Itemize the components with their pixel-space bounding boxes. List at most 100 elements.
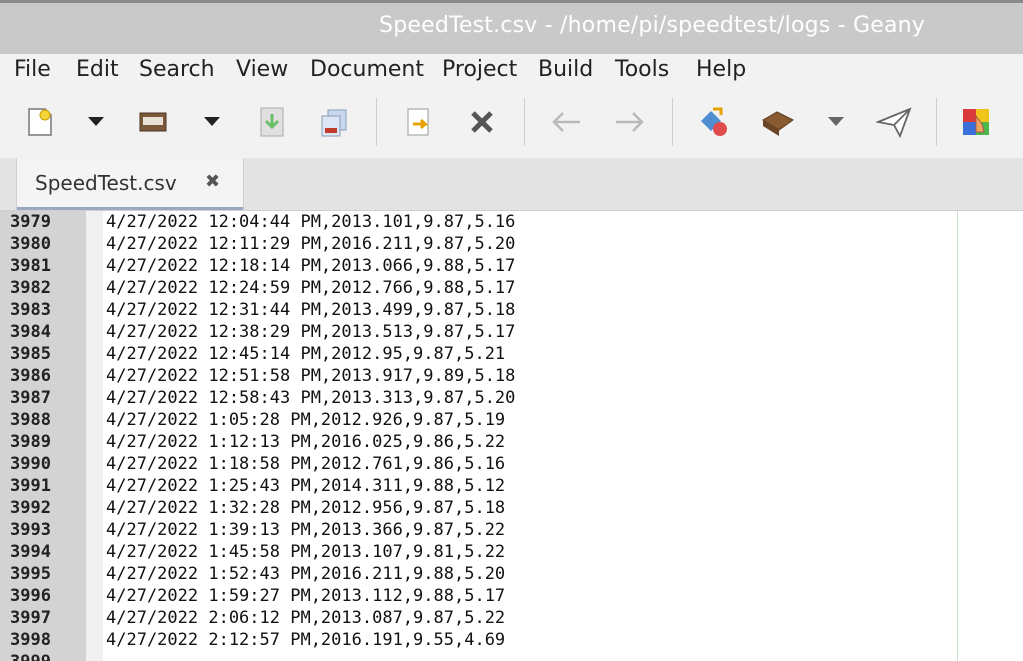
toolbar: [0, 88, 1023, 159]
line-text[interactable]: 4/27/2022 12:51:58 PM,2013.917,9.89,5.18: [106, 365, 515, 387]
line-number: 3995: [10, 564, 51, 584]
menu-project[interactable]: Project: [442, 57, 517, 82]
line-text[interactable]: 4/27/2022 1:05:28 PM,2012.926,9.87,5.19: [106, 409, 505, 431]
toolbar-separator: [936, 98, 937, 146]
line-text[interactable]: 4/27/2022 1:12:13 PM,2016.025,9.86,5.22: [106, 431, 505, 453]
code-line[interactable]: 3995 4/27/2022 1:52:43 PM,2016.211,9.88,5…: [0, 563, 1023, 585]
code-line[interactable]: 3980 4/27/2022 12:11:29 PM,2016.211,9.87,…: [0, 233, 1023, 255]
back-arrow-icon[interactable]: [548, 104, 584, 140]
menu-tools[interactable]: Tools: [615, 57, 669, 82]
toolbar-separator: [672, 98, 673, 146]
editor[interactable]: 3979 4/27/2022 12:04:44 PM,2013.101,9.87,…: [0, 211, 1023, 661]
menu-bar: File Edit Search View Document Project B…: [0, 54, 1023, 88]
build-dropdown-icon[interactable]: [820, 104, 852, 140]
code-line[interactable]: 3999: [0, 651, 1023, 661]
line-text[interactable]: 4/27/2022 1:32:28 PM,2012.956,9.87,5.18: [106, 497, 505, 519]
line-number: 3992: [10, 498, 51, 518]
active-tab-indicator: [17, 207, 243, 210]
line-text[interactable]: 4/27/2022 12:04:44 PM,2013.101,9.87,5.16: [106, 211, 515, 233]
code-line[interactable]: 3990 4/27/2022 1:18:58 PM,2012.761,9.86,5…: [0, 453, 1023, 475]
line-number: 3979: [10, 212, 51, 232]
code-line[interactable]: 3993 4/27/2022 1:39:13 PM,2013.366,9.87,5…: [0, 519, 1023, 541]
close-icon[interactable]: [464, 104, 500, 140]
code-line[interactable]: 3988 4/27/2022 1:05:28 PM,2012.926,9.87,5…: [0, 409, 1023, 431]
line-number: 3990: [10, 454, 51, 474]
line-number: 3987: [10, 388, 51, 408]
open-file-dropdown-icon[interactable]: [196, 104, 228, 140]
line-number: 3999: [10, 651, 51, 661]
line-text[interactable]: 4/27/2022 1:52:43 PM,2016.211,9.88,5.20: [106, 563, 505, 585]
code-line[interactable]: 3998 4/27/2022 2:12:57 PM,2016.191,9.55,4…: [0, 629, 1023, 651]
line-number: 3993: [10, 520, 51, 540]
line-text[interactable]: 4/27/2022 12:18:14 PM,2013.066,9.88,5.17: [106, 255, 515, 277]
tab-label: SpeedTest.csv: [35, 171, 177, 195]
code-line[interactable]: 3984 4/27/2022 12:38:29 PM,2013.513,9.87,…: [0, 321, 1023, 343]
line-number: 3986: [10, 366, 51, 386]
tab-close-icon[interactable]: ✖: [205, 171, 220, 192]
code-line[interactable]: 3979 4/27/2022 12:04:44 PM,2013.101,9.87,…: [0, 211, 1023, 233]
code-line[interactable]: 3996 4/27/2022 1:59:27 PM,2013.112,9.88,5…: [0, 585, 1023, 607]
build-icon[interactable]: [760, 104, 796, 140]
line-text[interactable]: 4/27/2022 12:31:44 PM,2013.499,9.87,5.18: [106, 299, 515, 321]
menu-file[interactable]: File: [14, 57, 51, 82]
line-number: 3985: [10, 344, 51, 364]
tab-bar: SpeedTest.csv ✖: [0, 158, 1023, 211]
revert-icon[interactable]: [400, 104, 436, 140]
line-number: 3983: [10, 300, 51, 320]
line-text[interactable]: 4/27/2022 2:12:57 PM,2016.191,9.55,4.69: [106, 629, 505, 651]
line-number: 3981: [10, 256, 51, 276]
code-line[interactable]: 3981 4/27/2022 12:18:14 PM,2013.066,9.88,…: [0, 255, 1023, 277]
line-number: 3980: [10, 234, 51, 254]
line-text[interactable]: 4/27/2022 1:45:58 PM,2013.107,9.81,5.22: [106, 541, 505, 563]
line-number: 3996: [10, 586, 51, 606]
line-number: 3989: [10, 432, 51, 452]
code-line[interactable]: 3997 4/27/2022 2:06:12 PM,2013.087,9.87,5…: [0, 607, 1023, 629]
menu-build[interactable]: Build: [538, 57, 593, 82]
line-text[interactable]: 4/27/2022 1:25:43 PM,2014.311,9.88,5.12: [106, 475, 505, 497]
menu-document[interactable]: Document: [310, 57, 424, 82]
line-number: 3988: [10, 410, 51, 430]
code-line[interactable]: 3994 4/27/2022 1:45:58 PM,2013.107,9.81,5…: [0, 541, 1023, 563]
line-text[interactable]: 4/27/2022 12:58:43 PM,2013.313,9.87,5.20: [106, 387, 515, 409]
line-text[interactable]: 4/27/2022 2:06:12 PM,2013.087,9.87,5.22: [106, 607, 505, 629]
save-icon[interactable]: [254, 104, 290, 140]
line-number: 3982: [10, 278, 51, 298]
line-text[interactable]: 4/27/2022 12:45:14 PM,2012.95,9.87,5.21: [106, 343, 505, 365]
color-chooser-icon[interactable]: [958, 104, 994, 140]
line-text[interactable]: 4/27/2022 1:39:13 PM,2013.366,9.87,5.22: [106, 519, 505, 541]
line-text[interactable]: 4/27/2022 12:11:29 PM,2016.211,9.87,5.20: [106, 233, 515, 255]
line-number: 3994: [10, 542, 51, 562]
code-line[interactable]: 3986 4/27/2022 12:51:58 PM,2013.917,9.89,…: [0, 365, 1023, 387]
compile-icon[interactable]: [696, 104, 732, 140]
menu-view[interactable]: View: [236, 57, 288, 82]
line-text[interactable]: 4/27/2022 12:24:59 PM,2012.766,9.88,5.17: [106, 277, 515, 299]
line-text[interactable]: 4/27/2022 1:59:27 PM,2013.112,9.88,5.17: [106, 585, 505, 607]
tab-speedtest-csv[interactable]: SpeedTest.csv ✖: [16, 158, 244, 210]
line-number: 3991: [10, 476, 51, 496]
new-file-dropdown-icon[interactable]: [80, 104, 112, 140]
code-line[interactable]: 3987 4/27/2022 12:58:43 PM,2013.313,9.87,…: [0, 387, 1023, 409]
line-text[interactable]: 4/27/2022 1:18:58 PM,2012.761,9.86,5.16: [106, 453, 505, 475]
code-line[interactable]: 3992 4/27/2022 1:32:28 PM,2012.956,9.87,5…: [0, 497, 1023, 519]
forward-arrow-icon[interactable]: [612, 104, 648, 140]
toolbar-separator: [376, 98, 377, 146]
window-title: SpeedTest.csv - /home/pi/speedtest/logs …: [379, 13, 925, 38]
toolbar-separator: [524, 98, 525, 146]
code-line[interactable]: 3985 4/27/2022 12:45:14 PM,2012.95,9.87,5…: [0, 343, 1023, 365]
code-line[interactable]: 3982 4/27/2022 12:24:59 PM,2012.766,9.88,…: [0, 277, 1023, 299]
new-file-icon[interactable]: [22, 104, 58, 140]
code-line[interactable]: 3989 4/27/2022 1:12:13 PM,2016.025,9.86,5…: [0, 431, 1023, 453]
line-text[interactable]: 4/27/2022 12:38:29 PM,2013.513,9.87,5.17: [106, 321, 515, 343]
window-titlebar[interactable]: SpeedTest.csv - /home/pi/speedtest/logs …: [0, 0, 1023, 54]
code-line[interactable]: 3983 4/27/2022 12:31:44 PM,2013.499,9.87,…: [0, 299, 1023, 321]
open-file-icon[interactable]: [136, 104, 172, 140]
line-number: 3998: [10, 630, 51, 650]
save-all-icon[interactable]: [316, 104, 352, 140]
line-number: 3984: [10, 322, 51, 342]
line-number: 3997: [10, 608, 51, 628]
menu-search[interactable]: Search: [139, 57, 215, 82]
menu-help[interactable]: Help: [696, 57, 746, 82]
execute-icon[interactable]: [876, 104, 912, 140]
code-line[interactable]: 3991 4/27/2022 1:25:43 PM,2014.311,9.88,5…: [0, 475, 1023, 497]
menu-edit[interactable]: Edit: [76, 57, 119, 82]
